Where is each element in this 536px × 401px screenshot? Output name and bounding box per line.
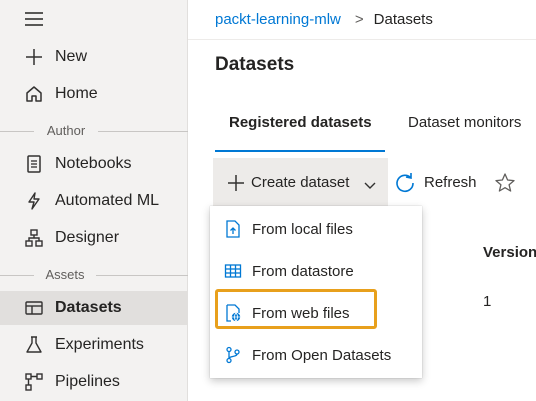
sidebar-item-label: Automated ML xyxy=(55,192,160,209)
sidebar-item-datasets[interactable]: Datasets xyxy=(0,291,188,325)
refresh-icon xyxy=(394,172,416,194)
menu-item-label: From datastore xyxy=(252,263,354,280)
section-header-author: Author xyxy=(0,123,188,139)
sidebar-item-home[interactable]: Home xyxy=(0,77,188,111)
web-file-icon xyxy=(224,304,242,322)
notebook-icon xyxy=(24,154,44,174)
sidebar-item-experiments[interactable]: Experiments xyxy=(0,328,188,362)
menu-item-from-local-files[interactable]: From local files xyxy=(210,210,422,248)
menu-item-label: From local files xyxy=(252,221,353,238)
star-icon[interactable] xyxy=(494,172,516,194)
sidebar: New Home Author Notebooks Automated ML D… xyxy=(0,0,188,401)
sidebar-item-label: New xyxy=(55,48,88,65)
section-header-assets: Assets xyxy=(0,267,188,283)
sidebar-item-new[interactable]: New xyxy=(0,40,188,74)
plus-icon xyxy=(24,47,44,67)
breadcrumb-workspace-link[interactable]: packt-learning-mlw xyxy=(215,11,341,28)
table-cell-version: 1 xyxy=(483,293,492,310)
tab-dataset-monitors[interactable]: Dataset monitors xyxy=(408,114,521,131)
menu-item-label: From Open Datasets xyxy=(252,347,392,364)
lightning-icon xyxy=(24,191,44,211)
refresh-label: Refresh xyxy=(424,174,477,191)
sidebar-item-label: Designer xyxy=(55,229,120,246)
sidebar-item-label: Datasets xyxy=(55,299,122,316)
sidebar-item-designer[interactable]: Designer xyxy=(0,221,188,255)
sidebar-item-label: Notebooks xyxy=(55,155,132,172)
sidebar-item-pipelines[interactable]: Pipelines xyxy=(0,365,188,399)
dataset-icon xyxy=(24,298,44,318)
menu-item-label: From web files xyxy=(252,305,350,322)
pipeline-icon xyxy=(24,372,44,392)
menu-item-from-web-files[interactable]: From web files xyxy=(210,294,422,332)
hierarchy-icon xyxy=(24,228,44,248)
home-icon xyxy=(24,84,44,104)
plus-icon xyxy=(226,173,246,193)
flask-icon xyxy=(24,335,44,355)
section-author-label: Author xyxy=(46,123,86,138)
tab-registered-datasets[interactable]: Registered datasets xyxy=(229,114,372,131)
create-dataset-button[interactable]: Create dataset xyxy=(213,158,388,208)
sidebar-item-label: Pipelines xyxy=(55,373,120,390)
breadcrumb-current: Datasets xyxy=(373,11,433,28)
sidebar-item-label: Experiments xyxy=(55,336,144,353)
menu-item-from-datastore[interactable]: From datastore xyxy=(210,252,422,290)
create-dataset-label: Create dataset xyxy=(251,174,350,191)
page-title: Datasets xyxy=(215,54,295,75)
sidebar-item-label: Home xyxy=(55,85,98,102)
chevron-down-icon xyxy=(364,178,376,189)
header-divider xyxy=(188,39,536,40)
branch-icon xyxy=(224,346,242,364)
sidebar-item-notebooks[interactable]: Notebooks xyxy=(0,147,188,181)
section-assets-label: Assets xyxy=(45,267,85,282)
column-header-version[interactable]: Version xyxy=(483,244,536,261)
file-upload-icon xyxy=(224,220,242,238)
create-dataset-dropdown-menu: From local files From datastore From web… xyxy=(210,206,422,378)
menu-item-from-open-datasets[interactable]: From Open Datasets xyxy=(210,336,422,374)
breadcrumb-separator: > xyxy=(354,11,364,28)
hamburger-menu-icon[interactable] xyxy=(24,11,44,27)
sidebar-item-automated-ml[interactable]: Automated ML xyxy=(0,184,188,218)
breadcrumb: packt-learning-mlw > Datasets xyxy=(215,11,433,28)
table-grid-icon xyxy=(224,262,242,280)
active-tab-underline xyxy=(215,150,385,152)
